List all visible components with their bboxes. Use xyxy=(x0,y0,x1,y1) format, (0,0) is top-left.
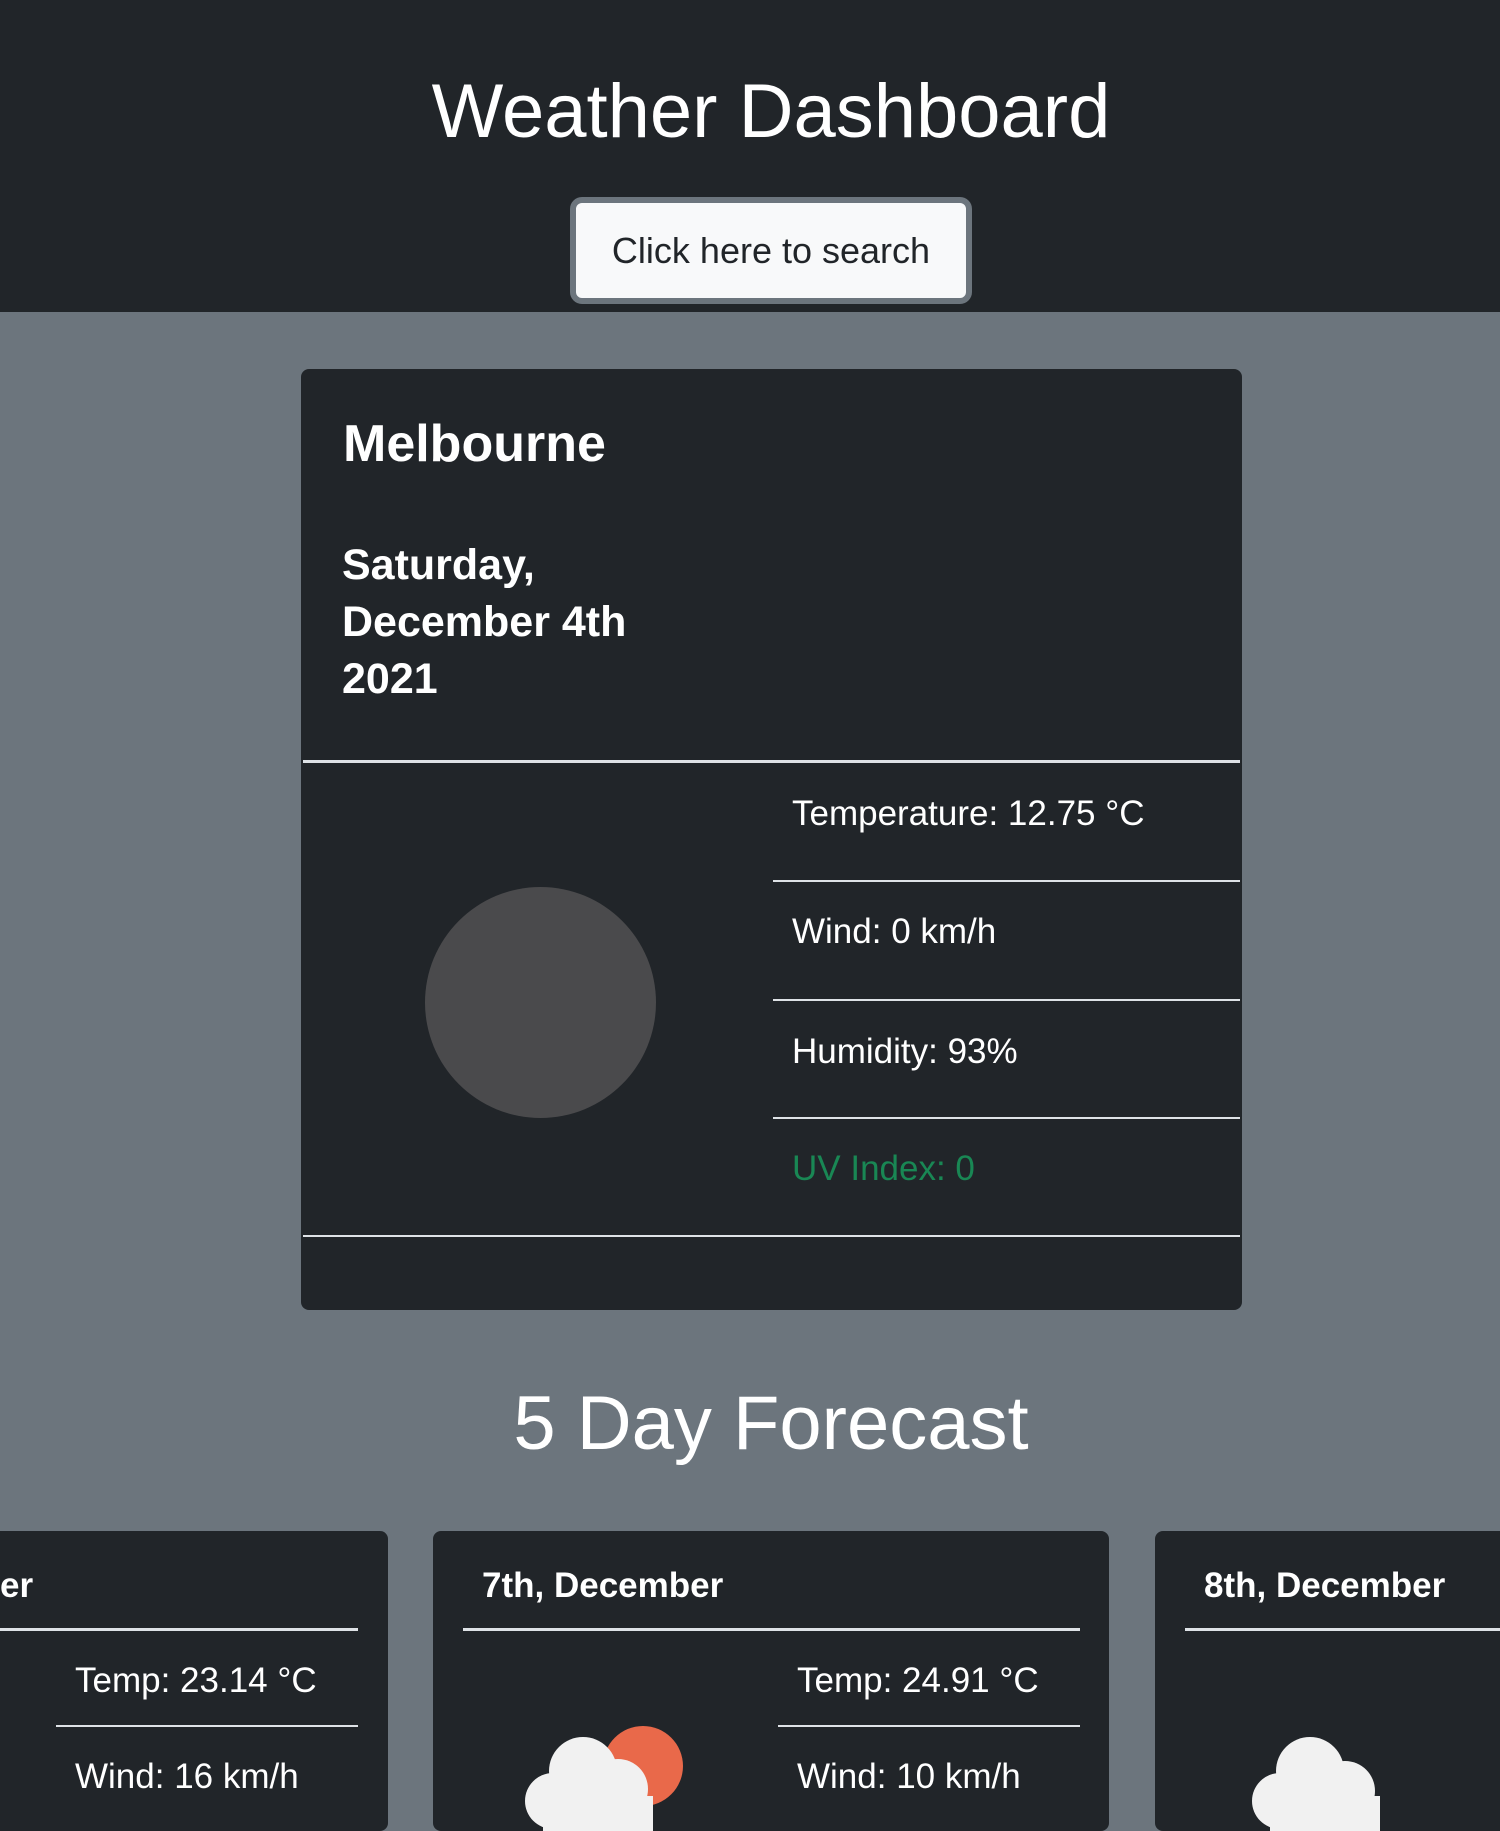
forecast-temp: Temp: 24.91 °C xyxy=(797,1661,1039,1700)
stat-divider xyxy=(773,880,1240,882)
app-title: Weather Dashboard xyxy=(431,69,1111,154)
forecast-stat-divider xyxy=(778,1725,1080,1727)
wind-stat: Wind: 0 km/h xyxy=(792,912,997,951)
forecast-date: 8th, December xyxy=(1204,1566,1446,1605)
temperature-stat: Temperature: 12.75 °C xyxy=(792,794,1145,833)
cloud-icon xyxy=(1252,1737,1380,1831)
stat-divider xyxy=(773,999,1240,1001)
current-date: Saturday, December 4th 2021 xyxy=(342,537,742,708)
card-divider xyxy=(303,1235,1240,1237)
forecast-title: 5 Day Forecast xyxy=(513,1381,1029,1466)
partly-cloudy-icon xyxy=(525,1726,683,1831)
forecast-date: er xyxy=(0,1566,34,1605)
forecast-card: 8th, December xyxy=(1155,1531,1500,1831)
uv-index-stat: UV Index: 0 xyxy=(792,1149,975,1188)
forecast-card: 7th, December Temp: 24.91 °C Wind: 10 km… xyxy=(433,1531,1109,1831)
stat-divider xyxy=(773,1117,1240,1119)
header: Weather Dashboard Click here to search xyxy=(0,0,1500,312)
forecast-stat-divider xyxy=(56,1725,358,1727)
forecast-divider xyxy=(0,1628,358,1631)
forecast-date: 7th, December xyxy=(482,1566,724,1605)
card-divider xyxy=(303,760,1240,763)
date-month-day: December 4th xyxy=(342,598,627,646)
forecast-divider xyxy=(463,1628,1080,1631)
forecast-card: er Temp: 23.14 °C Wind: 16 km/h xyxy=(0,1531,388,1831)
forecast-wind: Wind: 16 km/h xyxy=(75,1757,299,1796)
forecast-divider xyxy=(1185,1628,1500,1631)
city-name: Melbourne xyxy=(343,415,606,473)
date-year: 2021 xyxy=(342,655,438,703)
search-button[interactable]: Click here to search xyxy=(570,197,972,304)
humidity-stat: Humidity: 93% xyxy=(792,1032,1018,1071)
forecast-wind: Wind: 10 km/h xyxy=(797,1757,1021,1796)
date-weekday: Saturday, xyxy=(342,541,535,589)
current-weather-card: Melbourne Saturday, December 4th 2021 Te… xyxy=(301,369,1242,1310)
night-clear-icon xyxy=(425,887,656,1118)
forecast-temp: Temp: 23.14 °C xyxy=(75,1661,317,1700)
